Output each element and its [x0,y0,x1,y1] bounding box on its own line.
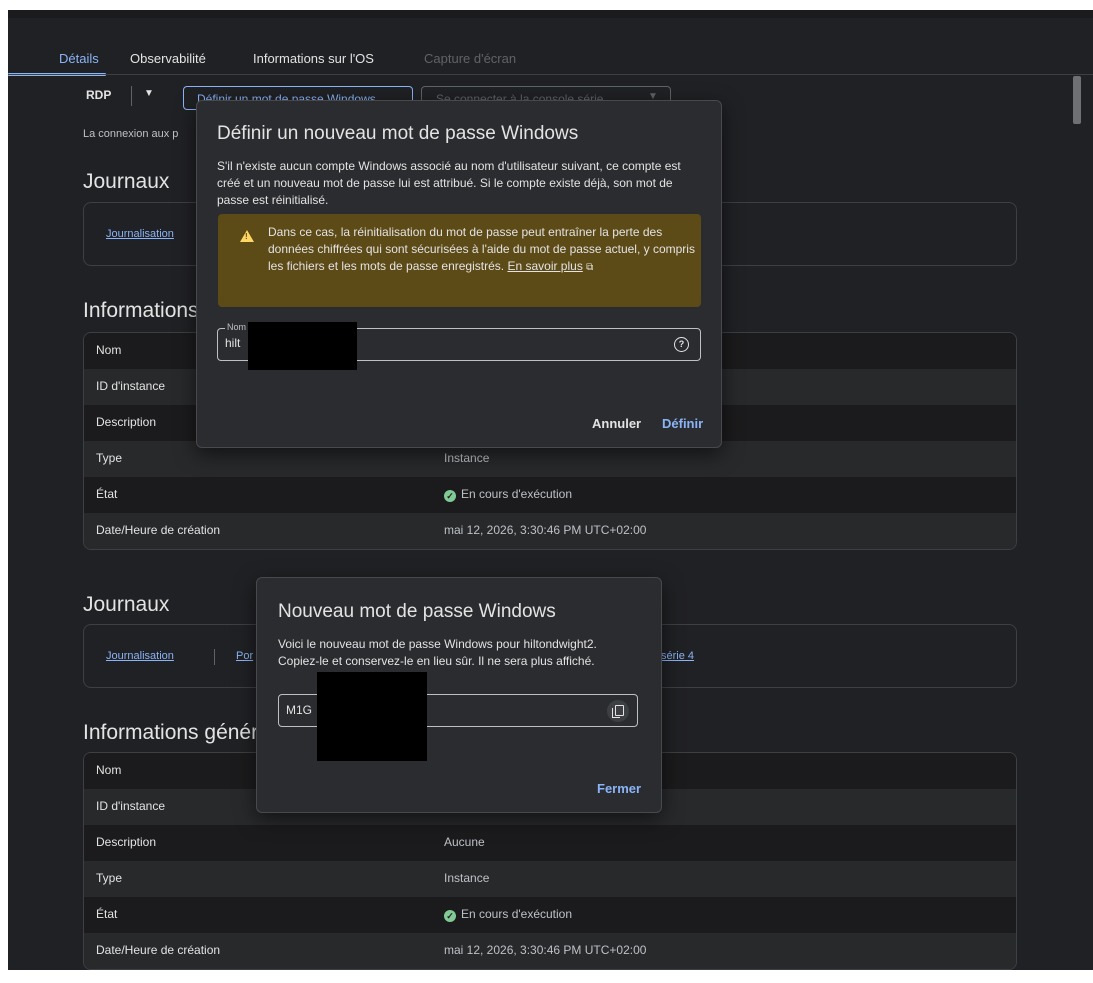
dialog-title: Nouveau mot de passe Windows [278,601,556,622]
rdp-separator [131,86,132,106]
external-link-icon: ⧉ [586,262,594,273]
tab-os-info[interactable]: Informations sur l'OS [253,46,374,74]
username-field-value: hilt [225,336,241,350]
table-row: État ✓ En cours d'exécution [84,477,1016,513]
row-key: Description [96,415,157,429]
rdp-dropdown-icon[interactable]: ▼ [144,88,154,99]
row-key: Type [96,871,123,885]
table-row: État ✓ En cours d'exécution [84,897,1016,933]
top-strip [8,10,1093,18]
check-circle-icon: ✓ [444,490,456,502]
tab-bar: Détails Observabilité Informations sur l… [8,46,1093,76]
connexion-info-text: La connexion aux p [83,128,179,140]
logs-heading-2: Journaux [83,593,170,616]
table-row: Type Instance [84,861,1016,897]
row-value: Instance [444,871,490,885]
redaction-box [317,672,427,761]
info-heading-2: Informations génér [83,721,259,744]
row-key: Nom [96,763,122,777]
help-icon[interactable]: ? [674,337,689,352]
dialog-title: Définir un nouveau mot de passe Windows [217,123,579,144]
logging-link[interactable]: Journalisation [106,228,174,240]
tab-screenshot[interactable]: Capture d'écran [424,46,516,74]
serial-port-4-link[interactable]: série 4 [661,650,694,662]
warning-banner: ! Dans ce cas, la réinitialisation du mo… [218,214,701,307]
row-key: Date/Heure de création [96,943,221,957]
console-window: Détails Observabilité Informations sur l… [8,10,1093,970]
password-value: M1G [286,703,313,717]
close-button[interactable]: Fermer [597,781,641,796]
tab-observability[interactable]: Observabilité [130,46,206,74]
row-key: État [96,907,118,921]
row-key: Description [96,835,157,849]
warning-icon: ! [240,230,254,242]
table-row: Date/Heure de création mai 12, 2026, 3:30… [84,933,1016,969]
dialog-body-line1: Voici le nouveau mot de passe Windows po… [278,637,597,651]
row-value: mai 12, 2026, 3:30:46 PM UTC+02:00 [444,943,647,957]
row-value-status: ✓ En cours d'exécution [444,907,572,922]
logging-link[interactable]: Journalisation [106,650,174,662]
set-password-dialog: Définir un nouveau mot de passe Windows … [196,100,722,448]
row-key: Type [96,451,123,465]
row-key: État [96,487,118,501]
copy-icon[interactable] [607,700,629,722]
status-text: En cours d'exécution [461,907,573,921]
tab-details[interactable]: Détails [59,46,99,74]
row-key: Nom [96,343,122,357]
warning-message: Dans ce cas, la réinitialisation du mot … [268,225,695,273]
tabs-divider [8,74,1093,75]
rdp-button[interactable]: RDP [86,88,111,102]
dialog-body-line2: Copiez-le et conservez-le en lieu sûr. I… [278,654,595,668]
warning-text: Dans ce cas, la réinitialisation du mot … [268,224,698,276]
row-key: ID d'instance [96,379,165,393]
row-value-status: ✓ En cours d'exécution [444,487,572,502]
row-value: Instance [444,451,490,465]
status-text: En cours d'exécution [461,487,573,501]
scrollbar[interactable] [1073,76,1081,124]
row-key: Date/Heure de création [96,523,221,537]
logs-heading: Journaux [83,170,170,193]
row-key: ID d'instance [96,799,165,813]
link-separator [214,649,215,665]
define-button[interactable]: Définir [662,416,703,431]
username-field-label: Nom [225,322,249,332]
table-row: Date/Heure de création mai 12, 2026, 3:30… [84,513,1016,549]
row-value: Aucune [444,835,485,849]
row-value: mai 12, 2026, 3:30:46 PM UTC+02:00 [444,523,647,537]
info-heading: Informations [83,299,199,322]
learn-more-link[interactable]: En savoir plus [507,259,582,273]
port-link[interactable]: Por [236,650,253,662]
redaction-box [248,322,357,370]
check-circle-icon: ✓ [444,910,456,922]
table-row: Description Aucune [84,825,1016,861]
cancel-button[interactable]: Annuler [592,416,641,431]
dialog-body: S'il n'existe aucun compte Windows assoc… [217,159,681,207]
